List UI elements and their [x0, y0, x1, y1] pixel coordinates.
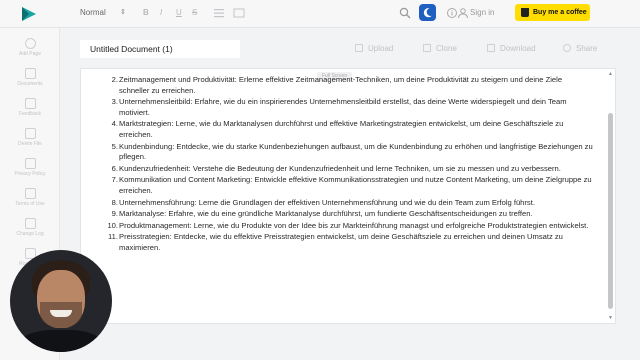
- feedback-icon: [24, 98, 36, 109]
- coffee-cup-icon: [521, 8, 529, 17]
- document-editor[interactable]: Full Screen 2. Zeitmanagement und Produkt…: [80, 68, 616, 324]
- list-item: 5. Kundenbindung: Entdecke, wie du starke…: [111, 141, 593, 162]
- clone-button[interactable]: Clone: [423, 40, 457, 58]
- share-button[interactable]: Share: [563, 40, 597, 58]
- changelog-icon: [24, 218, 36, 229]
- clone-label: Clone: [436, 44, 457, 53]
- sidebar-item-privacy-policy[interactable]: Privacy Policy: [0, 158, 60, 186]
- sidebar-item-label: Change Log: [16, 231, 44, 237]
- sidebar-item-label: Privacy Policy: [14, 171, 46, 177]
- sidebar-item-label: Documents: [17, 81, 43, 87]
- documents-icon: [24, 68, 36, 79]
- sidebar-item-terms-of-use[interactable]: Terms of Use: [0, 188, 60, 216]
- download-icon: [487, 44, 495, 52]
- delete-icon: [24, 128, 36, 139]
- scroll-down-icon[interactable]: ▼: [608, 315, 613, 321]
- moon-icon: [423, 8, 432, 18]
- dark-mode-toggle[interactable]: [419, 4, 436, 21]
- sidebar-item-documents[interactable]: Documents: [0, 68, 60, 96]
- sidebar-item-label: Terms of Use: [15, 201, 45, 207]
- list-icon[interactable]: [212, 6, 226, 20]
- scrollbar-thumb[interactable]: [608, 113, 613, 309]
- sidebar-item-label: Delete File: [18, 141, 42, 147]
- bold-button[interactable]: B: [143, 8, 149, 17]
- share-icon: [563, 44, 571, 52]
- underline-button[interactable]: U: [176, 8, 182, 17]
- sidebar-item-add-page[interactable]: Add Page: [0, 38, 60, 66]
- list-item: 9. Marktanalyse: Erfahre, wie du eine grü…: [111, 209, 533, 219]
- sidebar-item-change-log[interactable]: Change Log: [0, 218, 60, 246]
- list-item: 4. Marktstrategien: Lerne, wie du Marktan…: [111, 119, 564, 139]
- privacy-icon: [24, 158, 36, 169]
- upload-button[interactable]: Upload: [355, 40, 393, 58]
- search-icon[interactable]: [398, 6, 412, 20]
- image-icon[interactable]: [232, 6, 246, 20]
- sidebar-item-feedback[interactable]: Feedback: [0, 98, 60, 126]
- upload-label: Upload: [368, 44, 394, 53]
- sign-in-link[interactable]: Sign in: [470, 8, 494, 17]
- list-item: 6. Kundenzufriedenheit: Verstehe die Bede…: [111, 163, 561, 173]
- upload-icon: [355, 44, 363, 52]
- app-logo-icon[interactable]: [20, 5, 38, 23]
- terms-icon: [24, 188, 36, 199]
- list-item: 11. Preisstrategien: Entdecke, wie du eff…: [108, 232, 563, 252]
- list-item: 3. Unternehmensleitbild: Erfahre, wie du …: [111, 97, 567, 117]
- text-style-select[interactable]: Normal ⇕: [80, 8, 126, 17]
- coffee-label: Buy me a coffee: [533, 9, 587, 16]
- list-item: 10. Produktmanagement: Lerne, wie du Prod…: [107, 220, 589, 230]
- buy-me-a-coffee-button[interactable]: Buy me a coffee: [515, 4, 590, 21]
- clone-icon: [423, 44, 431, 52]
- download-button[interactable]: Download: [487, 40, 536, 58]
- list-item: 7. Kommunikation und Content Marketing: E…: [111, 175, 592, 195]
- italic-button[interactable]: I: [160, 8, 162, 17]
- download-label: Download: [500, 44, 536, 53]
- list-item: 8. Unternehmensführung: Lerne die Grundla…: [111, 197, 535, 207]
- text-style-value: Normal: [80, 8, 106, 17]
- sidebar-item-delete-file[interactable]: Delete File: [0, 128, 60, 156]
- sidebar-item-label: Feedback: [19, 111, 41, 117]
- chevron-updown-icon: ⇕: [120, 9, 126, 16]
- numbered-list: 2. Zeitmanagement und Produktivität: Erle…: [107, 75, 593, 255]
- top-toolbar: Normal ⇕ B I U S Sign in Buy me a coffee: [0, 0, 640, 28]
- webcam-avatar: [10, 250, 112, 352]
- plus-icon: [24, 38, 36, 49]
- editor-scrollbar[interactable]: ▲ ▼: [608, 71, 613, 321]
- scroll-up-icon[interactable]: ▲: [608, 71, 613, 77]
- document-title-field[interactable]: Untitled Document (1): [80, 40, 240, 58]
- sidebar-item-label: Add Page: [19, 51, 41, 57]
- list-item: 2. Zeitmanagement und Produktivität: Erle…: [111, 75, 563, 95]
- share-label: Share: [576, 44, 598, 53]
- user-icon: [458, 8, 468, 19]
- strikethrough-button[interactable]: S: [192, 8, 197, 17]
